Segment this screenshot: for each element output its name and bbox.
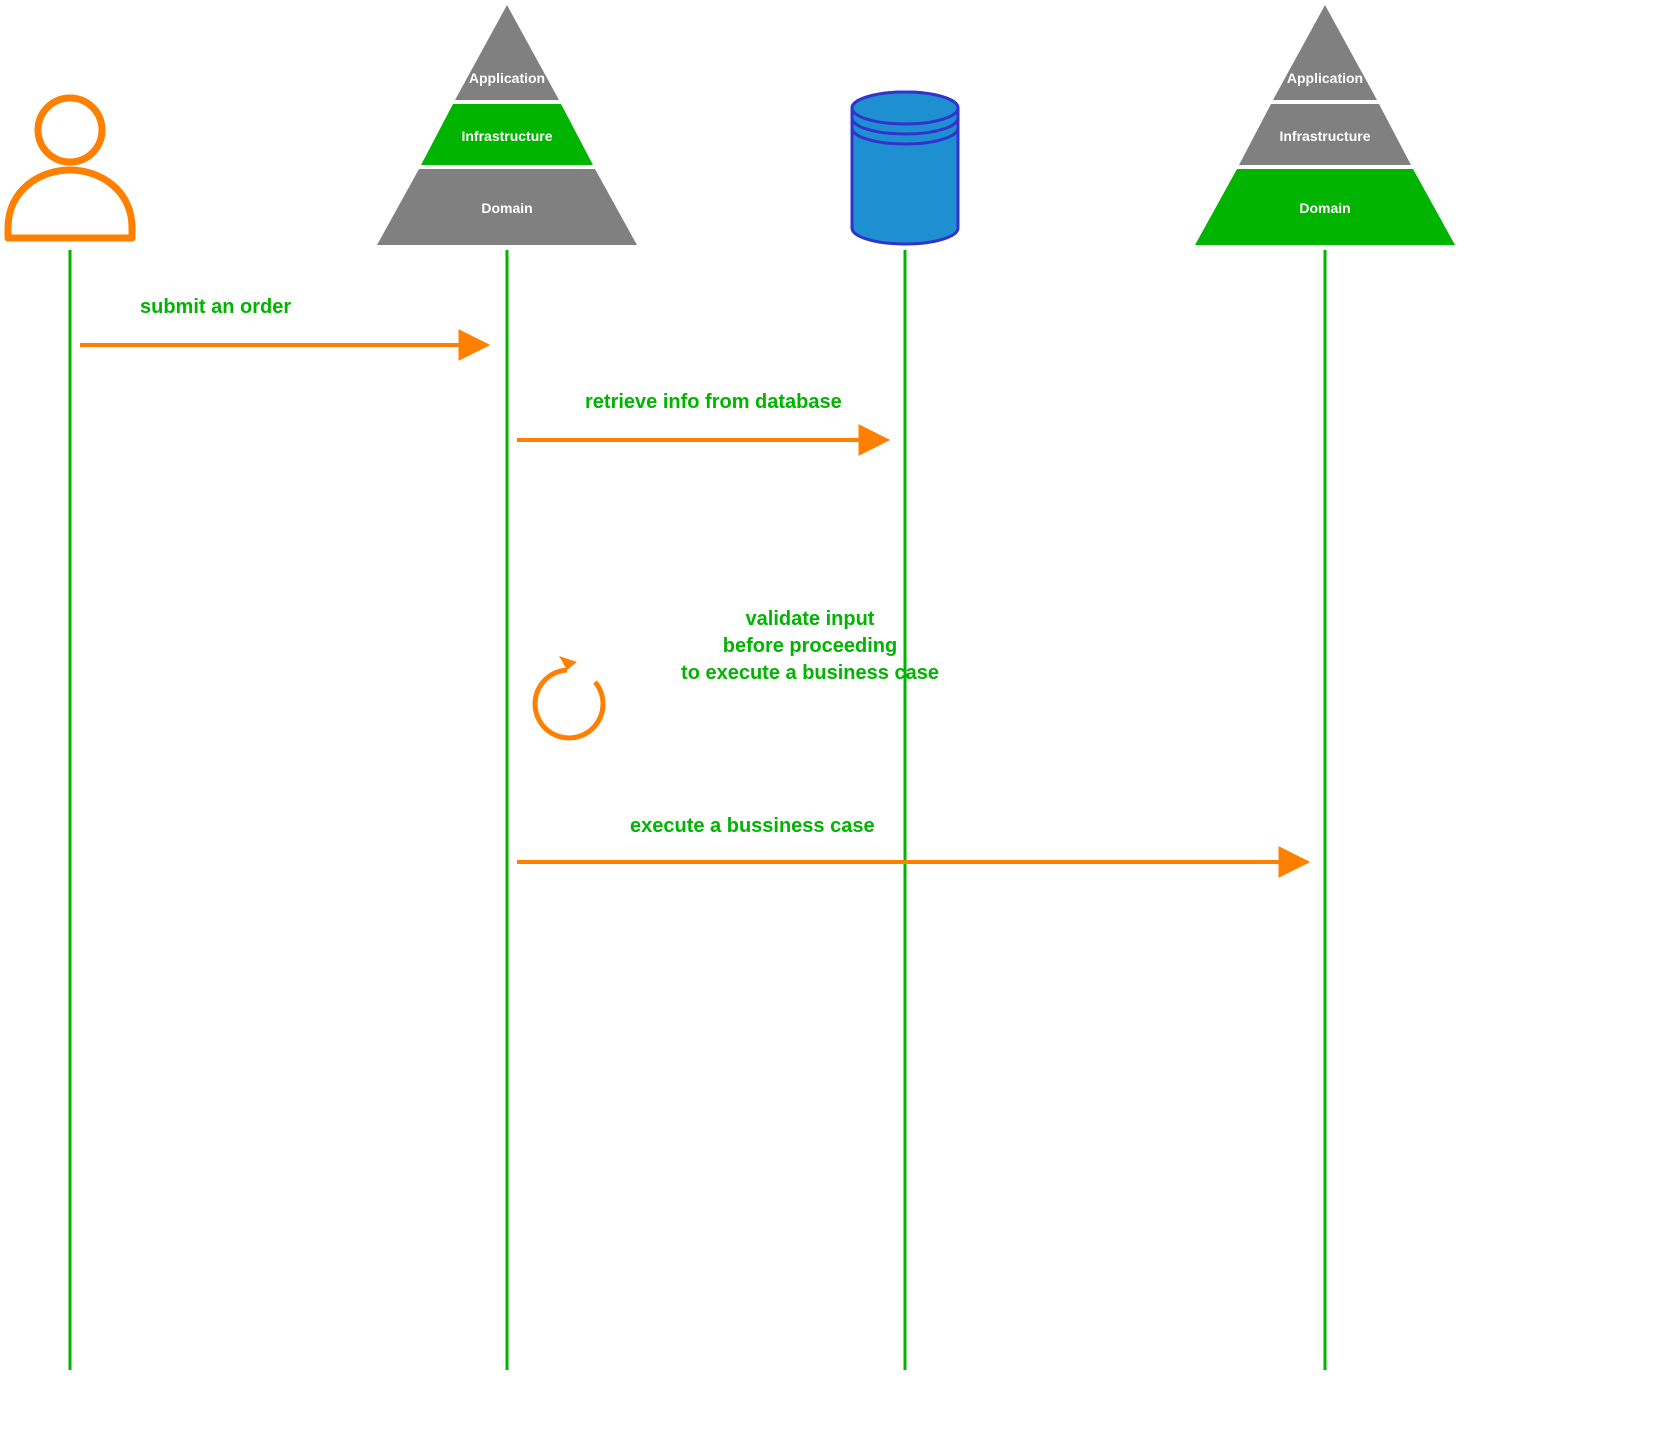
pyramid2-bot-label: Domain bbox=[1299, 200, 1350, 216]
pyramid2-mid-label: Infrastructure bbox=[1279, 128, 1370, 144]
msg-submit-order: submit an order bbox=[140, 296, 291, 318]
sequence-diagram: Application Infrastructure Domain Applic… bbox=[0, 0, 1656, 1435]
pyramid2-top-label: Application bbox=[1287, 70, 1363, 86]
msg-loop-l1: validate input bbox=[746, 608, 875, 630]
pyramid1-bot-label: Domain bbox=[481, 200, 532, 216]
pyramid-domain: Application Infrastructure Domain bbox=[1195, 5, 1455, 245]
user-actor bbox=[8, 98, 132, 238]
pyramid1-mid-label: Infrastructure bbox=[461, 128, 552, 144]
pyramid-infrastructure: Application Infrastructure Domain bbox=[377, 5, 637, 245]
pyramid1-top-label: Application bbox=[469, 70, 545, 86]
msg-loop-l2: before proceeding bbox=[723, 635, 897, 657]
msg-execute: execute a bussiness case bbox=[630, 815, 875, 837]
msg-retrieve-db: retrieve info from database bbox=[585, 391, 842, 413]
self-loop-icon bbox=[535, 656, 603, 738]
msg-loop-l3: to execute a business case bbox=[681, 662, 939, 684]
database-actor bbox=[852, 92, 958, 244]
